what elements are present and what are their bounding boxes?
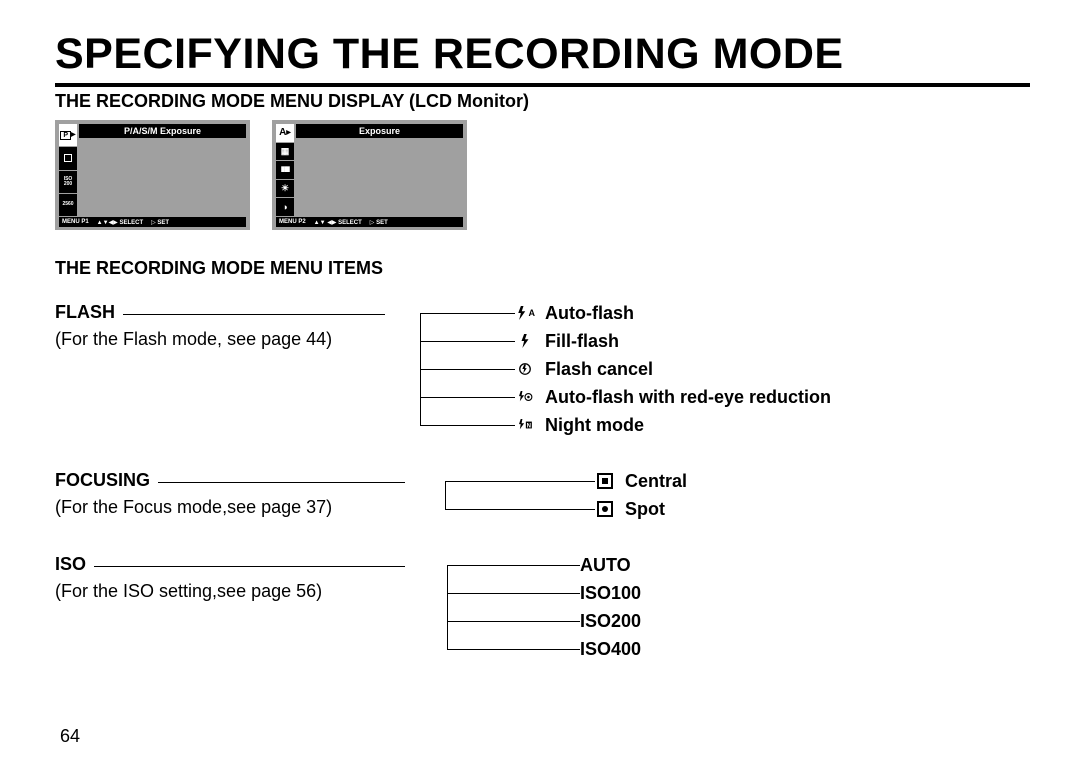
lcd2-side-bars: ▮▮▮ [276, 161, 294, 179]
menu-items: FLASH (For the Flash mode, see page 44) … [55, 299, 1030, 663]
focusing-options: Central Spot [405, 467, 687, 523]
focusing-heading: FOCUSING [55, 467, 150, 494]
flash-note: (For the Flash mode, see page 44) [55, 326, 385, 353]
lcd1-side-size: 2560 [59, 194, 77, 216]
iso-opt-auto: AUTO [580, 551, 641, 579]
iso-opt-200: ISO200 [580, 607, 641, 635]
flash-auto-icon: A [515, 304, 535, 322]
lcd-screen-2: A▶ ▦ ▮▮▮ ☀ ◑ Exposure MENU P2 ▲▼ ◀▶ SELE… [272, 120, 467, 230]
flash-options: A Auto-flash Fill-flash Flash cancel [385, 299, 831, 439]
title-rule [55, 83, 1030, 87]
svg-text:N: N [527, 424, 531, 430]
lcd-screens: P▶ ISO200 2560 P/A/S/M Exposure MENU P1 … [55, 120, 1030, 230]
flash-group: FLASH (For the Flash mode, see page 44) … [55, 299, 1030, 439]
focus-opt-spot: Spot [595, 495, 687, 523]
lcd-screen-1: P▶ ISO200 2560 P/A/S/M Exposure MENU P1 … [55, 120, 250, 230]
flash-fill-icon [515, 332, 535, 350]
flash-redeye-icon [515, 388, 535, 406]
lcd2-header: Exposure [296, 124, 463, 138]
lcd2-sidebar: A▶ ▦ ▮▮▮ ☀ ◑ [276, 124, 294, 216]
flash-opt-cancel: Flash cancel [515, 355, 831, 383]
iso-group: ISO (For the ISO setting,see page 56) AU… [55, 551, 1030, 663]
lcd1-header: P/A/S/M Exposure [79, 124, 246, 138]
lcd2-side-sun: ☀ [276, 180, 294, 198]
iso-note: (For the ISO setting,see page 56) [55, 578, 405, 605]
subtitle-items: THE RECORDING MODE MENU ITEMS [55, 258, 1030, 279]
lcd1-side-p: P▶ [59, 124, 77, 146]
focusing-note: (For the Focus mode,see page 37) [55, 494, 405, 521]
page-title: SPECIFYING THE RECORDING MODE [55, 30, 1030, 79]
lcd1-footer: MENU P1 ▲▼◀▶ SELECT ▷ SET [59, 217, 246, 227]
flash-opt-redeye: Auto-flash with red-eye reduction [515, 383, 831, 411]
lcd2-side-grid: ▦ [276, 143, 294, 161]
lcd1-sidebar: P▶ ISO200 2560 [59, 124, 77, 216]
lcd2-footer: MENU P2 ▲▼ ◀▶ SELECT ▷ SET [276, 217, 463, 227]
subtitle-lcd: THE RECORDING MODE MENU DISPLAY (LCD Mon… [55, 91, 1030, 112]
iso-options: AUTO ISO100 ISO200 ISO400 [405, 551, 641, 663]
lcd1-side-iso: ISO200 [59, 171, 77, 193]
flash-night-icon: N [515, 416, 535, 434]
lcd2-side-contrast: ◑ [276, 198, 294, 216]
iso-heading: ISO [55, 551, 86, 578]
focus-spot-icon [595, 500, 615, 518]
flash-opt-fill: Fill-flash [515, 327, 831, 355]
focusing-group: FOCUSING (For the Focus mode,see page 37… [55, 467, 1030, 523]
flash-opt-night: N Night mode [515, 411, 831, 439]
iso-opt-400: ISO400 [580, 635, 641, 663]
focus-central-icon [595, 472, 615, 490]
page-number: 64 [60, 726, 80, 747]
flash-heading: FLASH [55, 299, 115, 326]
iso-opt-100: ISO100 [580, 579, 641, 607]
focus-opt-central: Central [595, 467, 687, 495]
flash-cancel-icon [515, 360, 535, 378]
lcd2-side-a: A▶ [276, 124, 294, 142]
lcd1-side-box [59, 147, 77, 169]
flash-opt-auto: A Auto-flash [515, 299, 831, 327]
